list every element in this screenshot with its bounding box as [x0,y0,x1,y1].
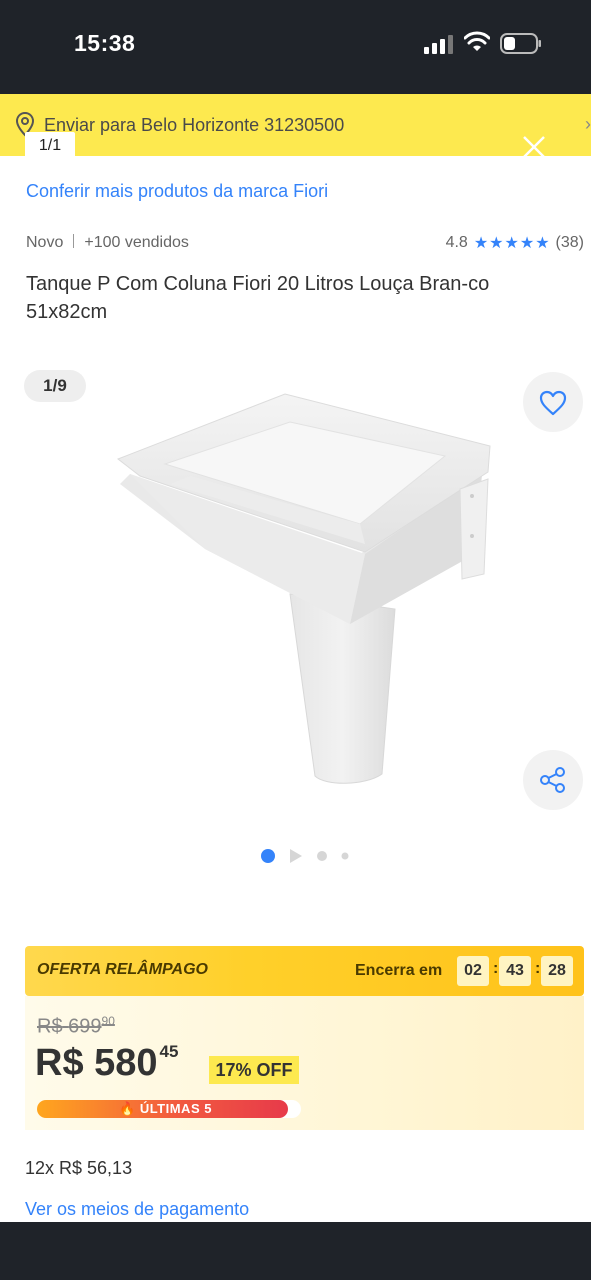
stock-label-text: ÚLTIMAS 5 [139,1101,212,1116]
star-icon: ★ [504,235,519,252]
shipping-bar[interactable]: Enviar para Belo Horizonte 31230500 › [0,94,591,156]
star-icon: ★ [535,235,550,252]
brand-products-link[interactable]: Conferir mais produtos da marca Fiori [26,181,328,202]
rating[interactable]: 4.8 ★ ★ ★ ★ ★ (38) [446,233,584,253]
timer-seconds: 28 [541,956,573,986]
discount-badge: 17% OFF [209,1056,299,1084]
status-bar: 15:38 [0,0,591,94]
star-icon: ★ [489,235,504,252]
close-icon[interactable] [519,132,549,162]
current-price-cents: 45 [159,1042,179,1061]
timer-minutes: 43 [499,956,531,986]
share-icon [540,767,565,793]
gallery-pagination[interactable] [258,846,358,866]
battery-icon [500,33,541,54]
original-price-cents: 90 [101,1014,115,1028]
timer-hours: 02 [457,956,489,986]
rating-count: (38) [555,234,584,251]
timer-colon: : [535,960,541,977]
stock-label: 🔥 ÚLTIMAS 5 [119,1101,212,1116]
currency: R$ [35,1042,84,1084]
divider [73,234,75,248]
condition-label: Novo [26,234,64,251]
share-button[interactable] [523,750,583,810]
product-meta: Novo +100 vendidos [26,234,189,252]
star-icon: ★ [473,235,489,252]
original-price-amount: 699 [68,1015,102,1038]
price-panel: R$ 69990 R$ 580 45 17% OFF 🔥 ÚLTIMAS 5 [25,996,584,1130]
rating-value: 4.8 [445,234,468,251]
current-price-amount: 580 [94,1042,158,1084]
viewer-counter: 1/1 [25,132,75,160]
app-screen: Enviar para Belo Horizonte 31230500 › 1/… [0,94,591,1222]
offer-ends-label: Encerra em [355,962,443,979]
chevron-right-icon: › [585,114,591,134]
favorite-button[interactable] [523,372,583,432]
timer-colon: : [493,960,499,977]
installments: 12x R$ 56,13 [25,1158,133,1178]
flash-offer-banner: OFERTA RELÂMPAGO Encerra em 02 : 43 : 28 [25,946,584,996]
heart-icon [539,390,567,416]
product-title: Tanque P Com Coluna Fiori 20 Litros Louç… [26,273,490,323]
product-image [116,393,491,784]
payment-methods-link[interactable]: Ver os meios de pagamento [25,1199,249,1220]
cellular-signal-icon [424,35,453,54]
rating-stars: ★ ★ ★ ★ ★ [474,233,551,253]
wifi-icon [464,31,490,51]
clock: 15:38 [74,30,136,56]
star-icon: ★ [519,235,535,252]
sold-count: +100 vendidos [84,234,189,251]
shipping-address: Enviar para Belo Horizonte 31230500 [44,115,345,135]
currency: R$ [37,1015,63,1038]
original-price: R$ 69990 [37,1014,115,1039]
flash-offer-label: OFERTA RELÂMPAGO [37,961,208,978]
image-gallery[interactable]: 1/9 [0,362,591,882]
gallery-counter: 1/9 [24,370,86,402]
current-price: R$ 580 45 [35,1042,178,1085]
